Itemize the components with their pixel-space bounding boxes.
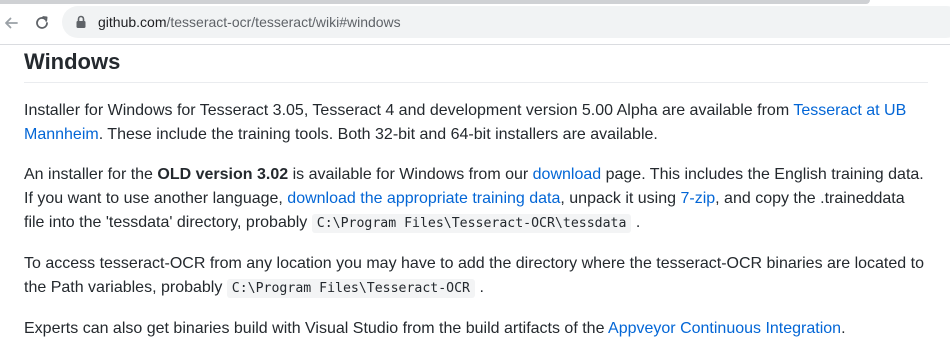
page-title: Windows: [24, 44, 928, 83]
training-data-link[interactable]: download the appropriate training data: [287, 190, 560, 207]
install-path-code: C:\Program Files\Tesseract-OCR: [226, 279, 475, 298]
url-host: github.com: [98, 14, 167, 30]
address-bar[interactable]: github.com/tesseract-ocr/tesseract/wiki#…: [62, 6, 950, 38]
7zip-link[interactable]: 7-zip: [680, 190, 715, 207]
paragraph-text: , unpack it using: [560, 190, 681, 207]
paragraph-path-variable: To access tesseract-OCR from any locatio…: [24, 252, 928, 301]
appveyor-link[interactable]: Appveyor Continuous Integration: [608, 320, 841, 337]
tab-strip-edge: [0, 0, 870, 4]
arrow-left-icon: [5, 17, 18, 29]
reload-button[interactable]: [31, 12, 53, 34]
tessdata-path-code: C:\Program Files\Tesseract-OCR\tessdata: [311, 214, 632, 233]
paragraph-appveyor: Experts can also get binaries build with…: [24, 317, 928, 341]
download-link[interactable]: download: [533, 166, 602, 183]
wiki-content: Windows Installer for Windows for Tesser…: [24, 44, 928, 341]
bold-old-version: OLD version 3.02: [157, 166, 289, 183]
paragraph-text: is available for Windows from our: [288, 166, 533, 183]
paragraph-text: Installer for Windows for Tesseract 3.05…: [24, 102, 794, 119]
url-text[interactable]: github.com/tesseract-ocr/tesseract/wiki#…: [98, 14, 401, 30]
paragraph-text: .: [479, 279, 484, 296]
back-button[interactable]: [0, 12, 22, 34]
browser-toolbar: github.com/tesseract-ocr/tesseract/wiki#…: [0, 0, 950, 45]
paragraph-installer: Installer for Windows for Tesseract 3.05…: [24, 99, 928, 147]
paragraph-text: . These include the training tools. Both…: [98, 126, 658, 143]
paragraph-text: .: [841, 320, 846, 337]
paragraph-text: An installer for the: [24, 166, 158, 183]
url-path: /tesseract-ocr/tesseract/wiki#windows: [166, 14, 401, 30]
paragraph-old-version: An installer for the OLD version 3.02 is…: [24, 163, 928, 236]
paragraph-text: .: [635, 214, 641, 231]
paragraph-text: Experts can also get binaries build with…: [24, 320, 609, 337]
lock-icon[interactable]: [73, 14, 89, 30]
reload-icon: [36, 16, 48, 29]
